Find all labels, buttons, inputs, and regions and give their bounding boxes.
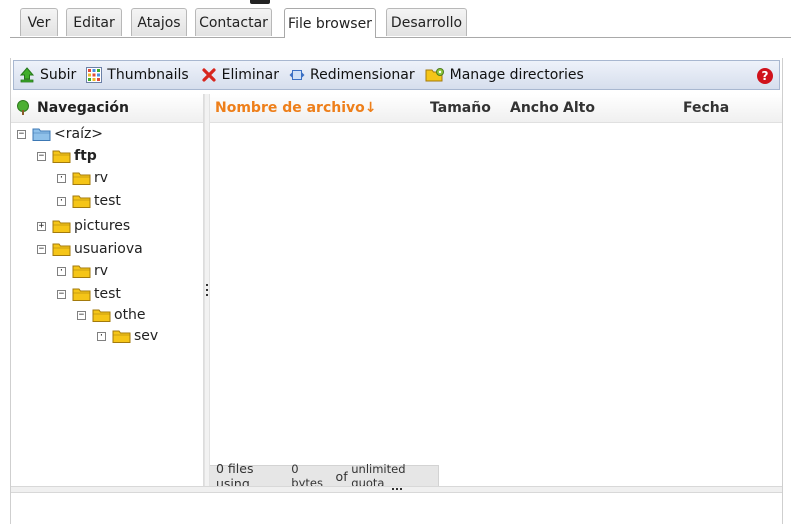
- upload-label: Subir: [40, 67, 77, 83]
- collapse-icon[interactable]: −: [57, 289, 66, 299]
- folder-icon: [72, 171, 92, 186]
- thumbnails-grid-icon: [86, 67, 103, 83]
- tree-item[interactable]: − <raíz>: [17, 124, 103, 144]
- folder-icon: [52, 219, 72, 234]
- delete-label: Eliminar: [221, 67, 280, 83]
- column-date[interactable]: Fecha: [683, 100, 729, 116]
- folder-icon: [32, 127, 52, 142]
- tree-item-label: othe: [114, 307, 146, 323]
- leaf-toggle-icon[interactable]: ·: [57, 173, 66, 183]
- collapse-icon[interactable]: −: [17, 129, 26, 139]
- leaf-toggle-icon[interactable]: ·: [57, 266, 66, 276]
- tree-item[interactable]: − usuariova: [37, 239, 143, 259]
- tree-item-label: sev: [134, 328, 159, 344]
- folder-icon: [72, 287, 92, 302]
- collapse-icon[interactable]: −: [77, 310, 86, 320]
- tree-item[interactable]: · rv: [57, 168, 108, 188]
- thumbnails-label: Thumbnails: [107, 67, 189, 83]
- folder-gear-icon: [425, 67, 445, 83]
- thumbnails-button[interactable]: Thumbnails: [83, 63, 191, 87]
- tab-atajos[interactable]: Atajos: [131, 8, 187, 36]
- tree-icon: [15, 100, 31, 116]
- column-size[interactable]: Tamaño: [430, 100, 491, 116]
- tree-item-label: rv: [94, 263, 109, 279]
- folder-icon: [52, 242, 72, 257]
- tab-file-browser[interactable]: File browser: [284, 8, 376, 38]
- tab-desarrollo[interactable]: Desarrollo: [386, 8, 467, 36]
- tree-item-label: pictures: [74, 218, 131, 234]
- tree-item-label: rv: [94, 170, 109, 186]
- tree-item-label: ftp: [74, 148, 97, 164]
- upload-arrow-icon: [19, 67, 35, 83]
- resize-button[interactable]: Redimensionar: [286, 63, 418, 87]
- tree-item-label: <raíz>: [54, 126, 104, 142]
- navigation-title: Navegación: [37, 100, 129, 116]
- delete-button[interactable]: Eliminar: [198, 63, 282, 87]
- resize-icon: [289, 67, 305, 83]
- tree-item[interactable]: · test: [57, 191, 121, 211]
- tree-item-label: test: [94, 193, 121, 209]
- red-x-icon: [201, 67, 217, 83]
- tree-item[interactable]: − ftp: [37, 146, 97, 166]
- resize-label: Redimensionar: [310, 67, 415, 83]
- expand-icon[interactable]: +: [37, 221, 46, 231]
- tab-baseline: [10, 37, 791, 38]
- help-icon[interactable]: ?: [757, 68, 773, 84]
- navigation-pane: Navegación − <raíz> − ftp · rv · test + pictures −…: [11, 94, 204, 486]
- column-name[interactable]: Nombre de archivo↓: [215, 100, 377, 116]
- column-height[interactable]: Alto: [563, 100, 595, 116]
- folder-icon: [112, 329, 132, 344]
- tree-item[interactable]: − othe: [77, 305, 146, 325]
- page-title-fragment: [0, 0, 805, 6]
- collapse-icon[interactable]: −: [37, 151, 46, 161]
- navigation-header: Navegación: [11, 94, 203, 123]
- leaf-toggle-icon[interactable]: ·: [97, 331, 106, 341]
- tab-contactar[interactable]: Contactar: [195, 8, 272, 36]
- tab-editar[interactable]: Editar: [66, 8, 122, 36]
- toolbar: Subir Thumbnails Eliminar Redimensionar …: [13, 60, 780, 90]
- tree-item[interactable]: + pictures: [37, 216, 130, 236]
- tree-item[interactable]: · sev: [97, 326, 158, 346]
- folder-icon: [52, 149, 72, 164]
- folder-icon: [72, 194, 92, 209]
- file-browser-panel: Subir Thumbnails Eliminar Redimensionar …: [10, 58, 783, 524]
- tab-bar: Ver Editar Atajos Contactar File browser…: [0, 8, 805, 40]
- file-list-pane: Nombre de archivo↓ Tamaño Ancho Alto Fec…: [210, 94, 782, 491]
- horizontal-splitter[interactable]: [11, 486, 782, 493]
- tree-item-label: usuariova: [74, 241, 143, 257]
- column-width[interactable]: Ancho: [510, 100, 559, 116]
- leaf-toggle-icon[interactable]: ·: [57, 196, 66, 206]
- folder-icon: [72, 264, 92, 279]
- manage-directories-button[interactable]: Manage directories: [422, 63, 587, 87]
- quota-status: 0 files using 0 bytes of unlimited quota: [210, 461, 439, 491]
- folder-icon: [92, 308, 112, 323]
- tab-ver[interactable]: Ver: [20, 8, 58, 36]
- collapse-icon[interactable]: −: [37, 244, 46, 254]
- tree-item[interactable]: · rv: [57, 261, 108, 281]
- upload-button[interactable]: Subir: [16, 63, 79, 87]
- tree-item-label: test: [94, 286, 121, 302]
- status-of: of: [335, 468, 348, 484]
- file-list-header: Nombre de archivo↓ Tamaño Ancho Alto Fec…: [210, 94, 782, 123]
- tree-item[interactable]: − test: [57, 284, 121, 304]
- manage-directories-label: Manage directories: [449, 67, 584, 83]
